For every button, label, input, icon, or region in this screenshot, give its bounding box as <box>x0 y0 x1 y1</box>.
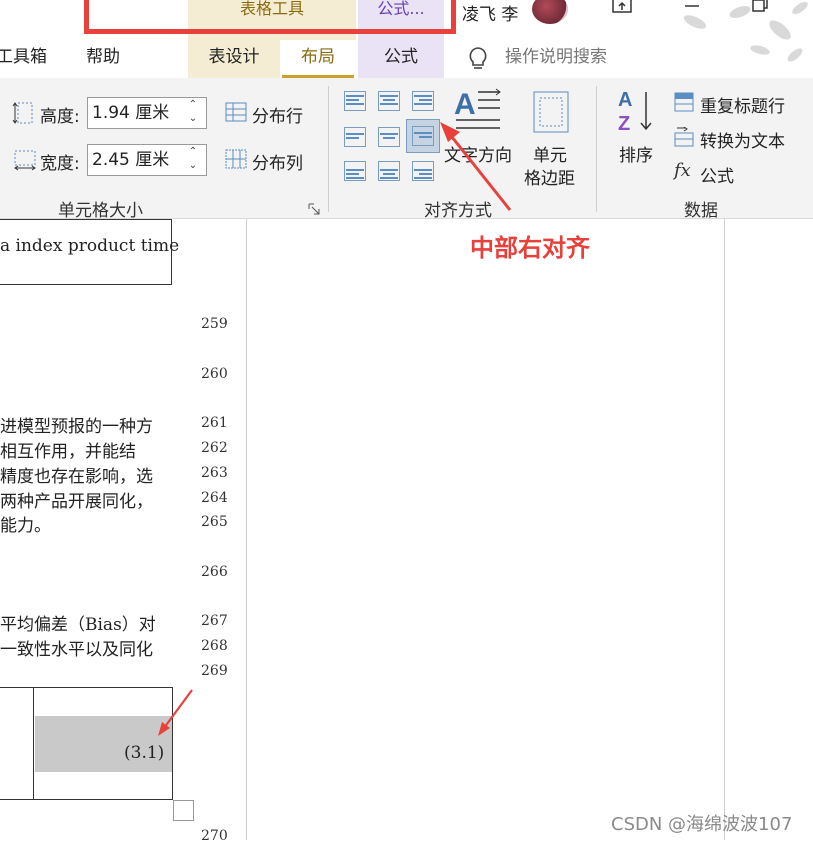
svg-text:Z: Z <box>618 113 630 135</box>
align-top-left-button[interactable] <box>343 90 367 112</box>
cell-margins-icon <box>532 90 570 134</box>
convert-to-text-icon <box>674 126 694 147</box>
line-number: 262 <box>201 440 228 456</box>
line-number: 260 <box>201 366 228 382</box>
tab-help[interactable]: 帮助 <box>80 40 126 78</box>
line-number: 265 <box>201 514 228 530</box>
height-label: 高度: <box>40 107 80 127</box>
width-spinner[interactable]: ⌃ ⌄ <box>186 145 200 177</box>
page-margin-line <box>246 219 247 840</box>
paragraph-line: 相互作用，并能结 <box>0 442 136 462</box>
distribute-rows-button[interactable]: 分布行 <box>252 102 303 127</box>
width-label: 宽度: <box>40 154 80 174</box>
annotation-arrow-icon <box>440 122 512 211</box>
repeat-header-rows-icon <box>674 92 694 112</box>
align-top-center-button[interactable] <box>377 90 401 112</box>
line-number: 261 <box>201 415 228 431</box>
column-width-icon <box>12 146 38 172</box>
data-group-label: 数据 <box>684 201 718 221</box>
tab-table-design[interactable]: 表设计 <box>188 40 280 78</box>
annotation-arrow-icon <box>158 689 193 736</box>
tab-formula[interactable]: 公式 <box>358 40 444 78</box>
table-column-divider <box>33 687 34 800</box>
tab-layout[interactable]: 布局 <box>282 40 354 78</box>
line-number: 267 <box>201 613 228 629</box>
page-margin-line <box>724 219 725 840</box>
paragraph-line: 能力。 <box>0 516 51 536</box>
distribute-columns-button[interactable]: 分布列 <box>252 149 303 174</box>
group-separator <box>596 86 597 212</box>
line-number: 263 <box>201 465 228 481</box>
lightbulb-icon <box>466 46 490 72</box>
height-spinner[interactable]: ⌃ ⌄ <box>186 98 200 130</box>
formula-button[interactable]: 公式 <box>700 162 734 187</box>
align-bottom-left-button[interactable] <box>343 160 367 182</box>
user-name[interactable]: 凌飞 李 <box>462 0 518 25</box>
sort-button[interactable]: 排序 <box>619 141 653 166</box>
distribute-columns-icon <box>224 147 248 171</box>
table-cell-text: a index product time <box>0 236 180 256</box>
tell-me-search[interactable]: 操作说明搜索 <box>505 40 607 78</box>
line-number: 266 <box>201 564 228 580</box>
align-middle-left-button[interactable] <box>343 126 367 148</box>
dialog-launcher-icon[interactable] <box>308 200 320 215</box>
line-number: 270 <box>201 828 228 844</box>
equation-number: (3.1) <box>124 743 165 763</box>
repeat-header-rows-button[interactable]: 重复标题行 <box>700 92 785 117</box>
paragraph-line: 平均偏差（Bias）对 <box>0 615 156 635</box>
cell-size-group-label: 单元格大小 <box>58 201 143 221</box>
align-middle-center-button[interactable] <box>377 126 401 148</box>
align-top-right-button[interactable] <box>411 90 435 112</box>
tab-toolbox[interactable]: 工具箱 <box>0 40 56 78</box>
svg-text:A: A <box>618 89 632 111</box>
group-separator <box>328 86 329 212</box>
watermark: CSDN @海绵波波107 <box>611 814 793 835</box>
paragraph-line: 一致性水平以及同化 <box>0 640 153 660</box>
sort-icon: AZ <box>616 86 660 136</box>
cell-margins-line2[interactable]: 格边距 <box>524 164 575 189</box>
line-number: 259 <box>201 316 228 332</box>
convert-to-text-button[interactable]: 转换为文本 <box>700 127 785 152</box>
distribute-rows-icon <box>224 100 248 124</box>
line-number: 269 <box>201 663 228 679</box>
line-number: 264 <box>201 490 228 506</box>
row-height-icon <box>12 100 36 126</box>
paragraph-line: 两种产品开展同化， <box>0 492 153 512</box>
paragraph-line: 精度也存在影响，选 <box>0 467 153 487</box>
formula-fx-icon: fx <box>674 160 691 181</box>
line-number: 268 <box>201 638 228 654</box>
align-bottom-center-button[interactable] <box>377 160 401 182</box>
cell-margins-line1[interactable]: 单元 <box>533 141 567 166</box>
annotation-red-frame <box>84 0 456 34</box>
annotation-callout: 中部右对齐 <box>470 234 590 262</box>
table-resize-handle[interactable] <box>173 800 194 821</box>
paragraph-line: 进模型预报的一种方 <box>0 417 153 437</box>
